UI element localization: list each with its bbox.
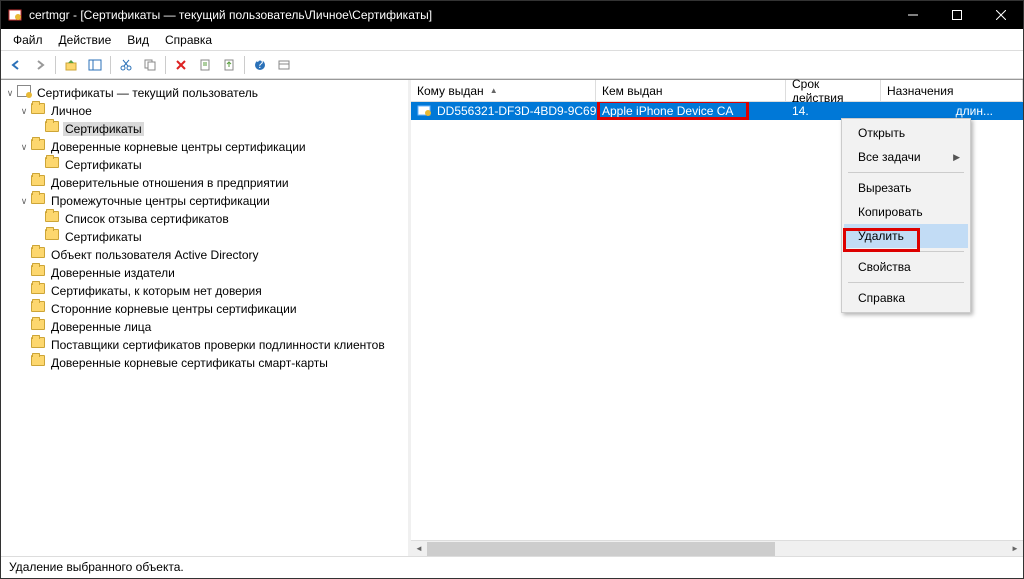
ctx-separator bbox=[848, 251, 964, 252]
cell-expires: 14. bbox=[792, 104, 809, 118]
menubar: Файл Действие Вид Справка bbox=[1, 29, 1023, 51]
ctx-help[interactable]: Справка bbox=[844, 286, 968, 310]
cell-purposes: длин... bbox=[956, 104, 993, 118]
tree-smart-card[interactable]: Доверенные корневые сертификаты смарт-ка… bbox=[49, 356, 330, 370]
folder-icon bbox=[31, 175, 47, 191]
back-button[interactable] bbox=[5, 54, 27, 76]
app-icon bbox=[7, 7, 23, 23]
menu-action[interactable]: Действие bbox=[51, 31, 120, 49]
ctx-cut[interactable]: Вырезать bbox=[844, 176, 968, 200]
tree-intermediate-certs[interactable]: Сертификаты bbox=[63, 230, 144, 244]
refresh-button[interactable] bbox=[273, 54, 295, 76]
tree-trusted-root-certs[interactable]: Сертификаты bbox=[63, 158, 144, 172]
status-bar: Удаление выбранного объекта. bbox=[1, 556, 1023, 578]
tree-trusted-root[interactable]: Доверенные корневые центры сертификации bbox=[49, 140, 308, 154]
tree-root[interactable]: Сертификаты — текущий пользователь bbox=[35, 86, 260, 100]
show-hide-tree-button[interactable] bbox=[84, 54, 106, 76]
export-button[interactable] bbox=[218, 54, 240, 76]
tree-ad-user[interactable]: Объект пользователя Active Directory bbox=[49, 248, 261, 262]
ctx-delete[interactable]: Удалить bbox=[844, 224, 968, 248]
toolbar-separator bbox=[165, 56, 166, 74]
titlebar: certmgr - [Сертификаты — текущий пользов… bbox=[1, 1, 1023, 29]
scroll-right-icon[interactable]: ► bbox=[1007, 542, 1023, 556]
folder-icon bbox=[45, 229, 61, 245]
ctx-all-tasks[interactable]: Все задачи▶ bbox=[844, 145, 968, 169]
folder-icon bbox=[31, 337, 47, 353]
folder-icon bbox=[45, 211, 61, 227]
properties-button[interactable] bbox=[194, 54, 216, 76]
up-button[interactable] bbox=[60, 54, 82, 76]
minimize-button[interactable] bbox=[891, 1, 935, 29]
col-issued-by[interactable]: Кем выдан bbox=[596, 80, 786, 101]
folder-icon bbox=[31, 319, 47, 335]
tree-pane[interactable]: ∨ Сертификаты — текущий пользователь ∨ Лич… bbox=[1, 80, 411, 556]
delete-button[interactable] bbox=[170, 54, 192, 76]
tree-untrusted[interactable]: Сертификаты, к которым нет доверия bbox=[49, 284, 264, 298]
folder-icon bbox=[45, 157, 61, 173]
list-pane: Кому выдан▲ Кем выдан Срок действия Назн… bbox=[411, 80, 1023, 556]
cut-button[interactable] bbox=[115, 54, 137, 76]
tree-client-auth[interactable]: Поставщики сертификатов проверки подлинн… bbox=[49, 338, 387, 352]
status-text: Удаление выбранного объекта. bbox=[9, 560, 184, 574]
toolbar-separator bbox=[244, 56, 245, 74]
folder-icon bbox=[31, 301, 47, 317]
column-headers: Кому выдан▲ Кем выдан Срок действия Назн… bbox=[411, 80, 1023, 102]
collapse-icon[interactable]: ∨ bbox=[17, 196, 31, 207]
menu-view[interactable]: Вид bbox=[119, 31, 157, 49]
folder-icon bbox=[31, 103, 47, 119]
toolbar: ? bbox=[1, 51, 1023, 79]
tree-trusted-people[interactable]: Доверенные лица bbox=[49, 320, 153, 334]
scroll-left-icon[interactable]: ◄ bbox=[411, 542, 427, 556]
close-button[interactable] bbox=[979, 1, 1023, 29]
folder-icon bbox=[31, 193, 47, 209]
ctx-separator bbox=[848, 172, 964, 173]
col-issued-to[interactable]: Кому выдан▲ bbox=[411, 80, 596, 101]
col-expires[interactable]: Срок действия bbox=[786, 80, 881, 101]
toolbar-separator bbox=[55, 56, 56, 74]
folder-icon bbox=[31, 247, 47, 263]
ctx-open[interactable]: Открыть bbox=[844, 121, 968, 145]
collapse-icon[interactable]: ∨ bbox=[17, 106, 31, 117]
folder-icon bbox=[31, 139, 47, 155]
cell-issued-to: DD556321-DF3D-4BD9-9C69-60... bbox=[437, 104, 596, 118]
tree-personal[interactable]: Личное bbox=[49, 104, 94, 118]
tree-trusted-publishers[interactable]: Доверенные издатели bbox=[49, 266, 177, 280]
certificate-icon bbox=[417, 104, 433, 118]
submenu-arrow-icon: ▶ bbox=[953, 152, 960, 163]
toolbar-separator bbox=[110, 56, 111, 74]
copy-button[interactable] bbox=[139, 54, 161, 76]
menu-help[interactable]: Справка bbox=[157, 31, 220, 49]
tree-intermediate[interactable]: Промежуточные центры сертификации bbox=[49, 194, 272, 208]
collapse-icon[interactable]: ∨ bbox=[17, 142, 31, 153]
menu-file[interactable]: Файл bbox=[5, 31, 51, 49]
horizontal-scrollbar[interactable]: ◄ ► bbox=[411, 540, 1023, 556]
ctx-copy[interactable]: Копировать bbox=[844, 200, 968, 224]
forward-button[interactable] bbox=[29, 54, 51, 76]
ctx-separator bbox=[848, 282, 964, 283]
sort-asc-icon: ▲ bbox=[490, 86, 498, 95]
tree-third-party[interactable]: Сторонние корневые центры сертификации bbox=[49, 302, 299, 316]
context-menu: Открыть Все задачи▶ Вырезать Копировать … bbox=[841, 118, 971, 313]
folder-icon bbox=[31, 265, 47, 281]
help-button[interactable]: ? bbox=[249, 54, 271, 76]
tree-personal-certs[interactable]: Сертификаты bbox=[63, 122, 144, 136]
folder-icon bbox=[31, 283, 47, 299]
svg-text:?: ? bbox=[257, 58, 264, 71]
tree-enterprise-trust[interactable]: Доверительные отношения в предприятии bbox=[49, 176, 291, 190]
cert-store-icon bbox=[17, 85, 33, 101]
window-title: certmgr - [Сертификаты — текущий пользов… bbox=[29, 8, 891, 22]
tree-crl[interactable]: Список отзыва сертификатов bbox=[63, 212, 231, 226]
cell-issued-by: Apple iPhone Device CA bbox=[602, 104, 733, 118]
maximize-button[interactable] bbox=[935, 1, 979, 29]
collapse-icon[interactable]: ∨ bbox=[3, 88, 17, 99]
folder-icon bbox=[45, 121, 61, 137]
ctx-properties[interactable]: Свойства bbox=[844, 255, 968, 279]
scrollbar-thumb[interactable] bbox=[427, 542, 775, 556]
col-purposes[interactable]: Назначения bbox=[881, 80, 1023, 101]
folder-icon bbox=[31, 355, 47, 371]
